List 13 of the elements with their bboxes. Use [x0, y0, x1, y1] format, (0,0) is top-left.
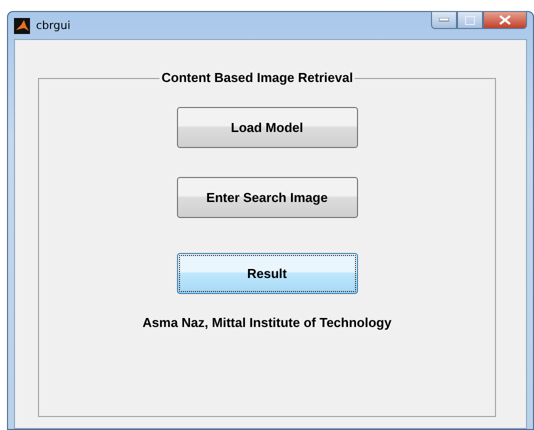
push-button[interactable]: Load Model	[176, 107, 358, 148]
panel-title: Content Based Image Retrieval	[160, 70, 355, 86]
app-icon	[14, 18, 30, 34]
minimize-icon	[439, 18, 449, 22]
credit-text: Asma Naz, Mittal Institute of Technology	[142, 315, 392, 330]
maximize-icon	[465, 16, 475, 24]
close-icon	[499, 15, 511, 25]
window-title: cbrgui	[36, 19, 70, 32]
close-button[interactable]	[483, 11, 527, 29]
push-button[interactable]: Enter Search Image	[176, 177, 358, 218]
maximize-button[interactable]	[457, 11, 483, 29]
minimize-button[interactable]	[431, 11, 457, 29]
push-button[interactable]: Result	[176, 253, 358, 294]
